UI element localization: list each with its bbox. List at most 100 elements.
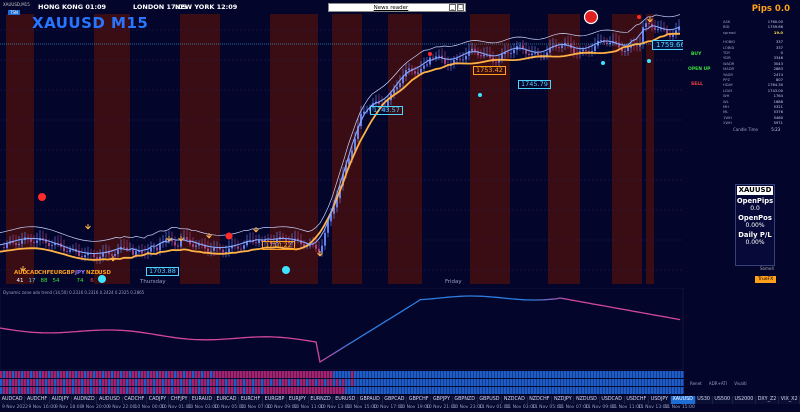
- tab-eurchf[interactable]: EURCHF: [239, 396, 263, 404]
- tab-dxy_z2[interactable]: DXY_Z2: [756, 396, 780, 404]
- tab-us30[interactable]: US30: [696, 396, 713, 404]
- heatmap-cell: [180, 379, 183, 386]
- heatmap-cell: [468, 379, 471, 386]
- tab-audcad[interactable]: AUDCAD: [0, 396, 26, 404]
- tab-gbpusd[interactable]: GBPUSD: [478, 396, 503, 404]
- heatmap-cell: [210, 387, 213, 394]
- tab-gbpcad[interactable]: GBPCAD: [383, 396, 408, 404]
- tab-nzdcad[interactable]: NZDCAD: [502, 396, 528, 404]
- tab-eurcad[interactable]: EURCAD: [215, 396, 240, 404]
- tab-cadjpy[interactable]: CADJPY: [147, 396, 169, 404]
- news-reader-label[interactable]: News reader: [333, 4, 449, 12]
- tab-usdjpy[interactable]: USDJPY: [649, 396, 671, 404]
- heatmap-cell: [675, 387, 678, 394]
- heatmap-cell: [513, 379, 516, 386]
- heatmap-cell: [438, 371, 441, 378]
- heatmap-cell: [381, 371, 384, 378]
- oscillator-chart[interactable]: [0, 288, 800, 370]
- heatmap-cell: [315, 371, 318, 378]
- heatmap-cell: [141, 387, 144, 394]
- candle-body: [48, 243, 50, 246]
- candle-body: [135, 251, 137, 255]
- tab-usdcad[interactable]: USDCAD: [600, 396, 625, 404]
- tab-gbpchf[interactable]: GBPCHF: [407, 396, 432, 404]
- heatmap-cell: [288, 379, 291, 386]
- time-axis-label: 9 Nov 22:00: [108, 405, 136, 410]
- heatmap-cell: [657, 371, 660, 378]
- heatmap-cell: [609, 371, 612, 378]
- news-reader-widget[interactable]: News reader _ □: [328, 3, 466, 12]
- heatmap-cell: [375, 379, 378, 386]
- maximize-icon[interactable]: □: [457, 4, 464, 11]
- heatmap-cell: [672, 371, 675, 378]
- candle-body: [96, 257, 98, 259]
- tab-cadchf[interactable]: CADCHF: [123, 396, 148, 404]
- info-key: spread: [723, 30, 736, 35]
- candle-body: [417, 72, 419, 74]
- heatmap-cell: [216, 387, 219, 394]
- tab-audjpy[interactable]: AUDJPY: [50, 396, 72, 404]
- heatmap-cell: [279, 379, 282, 386]
- tab-gbpjpy[interactable]: GBPJPY: [431, 396, 453, 404]
- heatmap-cell: [225, 371, 228, 378]
- heatmap-cell: [381, 379, 384, 386]
- heatmap-cell: [456, 379, 459, 386]
- heatmap-cell: [612, 379, 615, 386]
- candle-body: [558, 47, 560, 49]
- trend-heatmap[interactable]: [0, 370, 800, 396]
- heatmap-cell: [543, 379, 546, 386]
- candle-body: [444, 58, 446, 64]
- symbol-timeframe-title: XAUUSD M15: [32, 14, 149, 32]
- candle-time: Candle Time 5:23: [733, 127, 780, 132]
- info-value: 1743.00: [767, 88, 783, 93]
- heatmap-cell: [444, 379, 447, 386]
- tab-us2000[interactable]: US2000: [733, 396, 756, 404]
- candle-body: [462, 59, 464, 61]
- tab-nzdchf[interactable]: NZDCHF: [528, 396, 553, 404]
- heatmap-cell: [258, 387, 261, 394]
- tab-gbpaud[interactable]: GBPAUD: [358, 396, 383, 404]
- tab-eurusd[interactable]: EURUSD: [333, 396, 359, 404]
- tab-chfjpy[interactable]: CHFJPY: [169, 396, 191, 404]
- tab-gbpnzd[interactable]: GBPNZD: [453, 396, 478, 404]
- tab-eurgbp[interactable]: EURGBP: [263, 396, 288, 404]
- heatmap-cell: [231, 371, 234, 378]
- tab-vix_x2[interactable]: VIX_X2: [779, 396, 800, 404]
- candle-body: [321, 245, 323, 253]
- heatmap-cell: [675, 371, 678, 378]
- heatmap-cell: [468, 387, 471, 394]
- heatmap-cell: [426, 387, 429, 394]
- heatmap-cell: [405, 387, 408, 394]
- heatmap-cell: [105, 387, 108, 394]
- tab-xauusd[interactable]: XAUUSD: [670, 396, 696, 404]
- tab-audusd[interactable]: AUDUSD: [97, 396, 123, 404]
- heatmap-cell: [498, 379, 501, 386]
- heatmap-cell: [480, 379, 483, 386]
- tab-eurjpy[interactable]: EURJPY: [287, 396, 309, 404]
- tab-audnzd[interactable]: AUDNZD: [72, 396, 98, 404]
- heatmap-cell: [342, 371, 345, 378]
- minimize-icon[interactable]: _: [449, 4, 456, 11]
- heatmap-cell: [366, 371, 369, 378]
- tab-nzdusd[interactable]: NZDUSD: [574, 396, 600, 404]
- heatmap-cell: [567, 387, 570, 394]
- tab-usdchf[interactable]: USDCHF: [625, 396, 649, 404]
- tab-nzdjpy[interactable]: NZDJPY: [552, 396, 575, 404]
- tab-eurnzd[interactable]: EURNZD: [309, 396, 334, 404]
- tab-euraud[interactable]: EURAUD: [190, 396, 215, 404]
- heatmap-cell: [51, 371, 54, 378]
- heatmap-cell: [519, 379, 522, 386]
- heatmap-cell: [681, 387, 684, 394]
- heatmap-cell: [600, 387, 603, 394]
- heatmap-cell: [657, 379, 660, 386]
- terminal-badge[interactable]: TSN: [8, 10, 20, 15]
- heatmap-cell: [438, 387, 441, 394]
- heatmap-cell: [270, 371, 273, 378]
- heatmap-cell: [291, 387, 294, 394]
- tab-us500[interactable]: US500: [713, 396, 733, 404]
- stop-icon[interactable]: [583, 9, 599, 25]
- truefx-button[interactable]: TrueFX: [755, 276, 777, 283]
- tab-audchf[interactable]: AUDCHF: [25, 396, 50, 404]
- heatmap-cell: [441, 387, 444, 394]
- info-row: TDY 0: [723, 51, 783, 55]
